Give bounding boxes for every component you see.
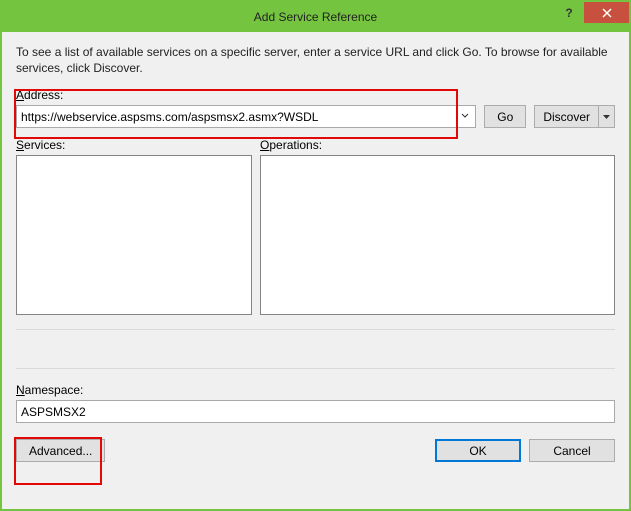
namespace-label: Namespace: [16, 383, 615, 397]
namespace-value: ASPSMSX2 [21, 405, 86, 419]
title-bar: Add Service Reference ? [2, 2, 629, 32]
operations-label: Operations: [260, 138, 615, 152]
discover-button[interactable]: Discover [534, 105, 599, 128]
address-value: https://webservice.aspsms.com/aspsmsx2.a… [21, 110, 318, 124]
close-icon [602, 8, 612, 18]
add-service-reference-dialog: Add Service Reference ? To see a list of… [0, 0, 631, 511]
address-label: Address: [16, 88, 615, 102]
ok-button[interactable]: OK [435, 439, 521, 462]
help-button[interactable]: ? [554, 2, 584, 23]
go-button[interactable]: Go [484, 105, 526, 128]
services-label: Services: [16, 138, 252, 152]
discover-dropdown-button[interactable] [599, 105, 615, 128]
dialog-title: Add Service Reference [254, 10, 377, 24]
cancel-button[interactable]: Cancel [529, 439, 615, 462]
advanced-button[interactable]: Advanced... [16, 439, 105, 462]
caret-down-icon [603, 115, 610, 119]
instructions-text: To see a list of available services on a… [16, 44, 615, 76]
services-listbox[interactable] [16, 155, 252, 315]
status-panel [16, 329, 615, 369]
address-dropdown-icon[interactable] [459, 111, 471, 122]
operations-listbox[interactable] [260, 155, 615, 315]
namespace-input[interactable]: ASPSMSX2 [16, 400, 615, 423]
close-button[interactable] [584, 2, 629, 23]
chevron-down-icon [461, 113, 469, 119]
address-input[interactable]: https://webservice.aspsms.com/aspsmsx2.a… [16, 105, 476, 128]
